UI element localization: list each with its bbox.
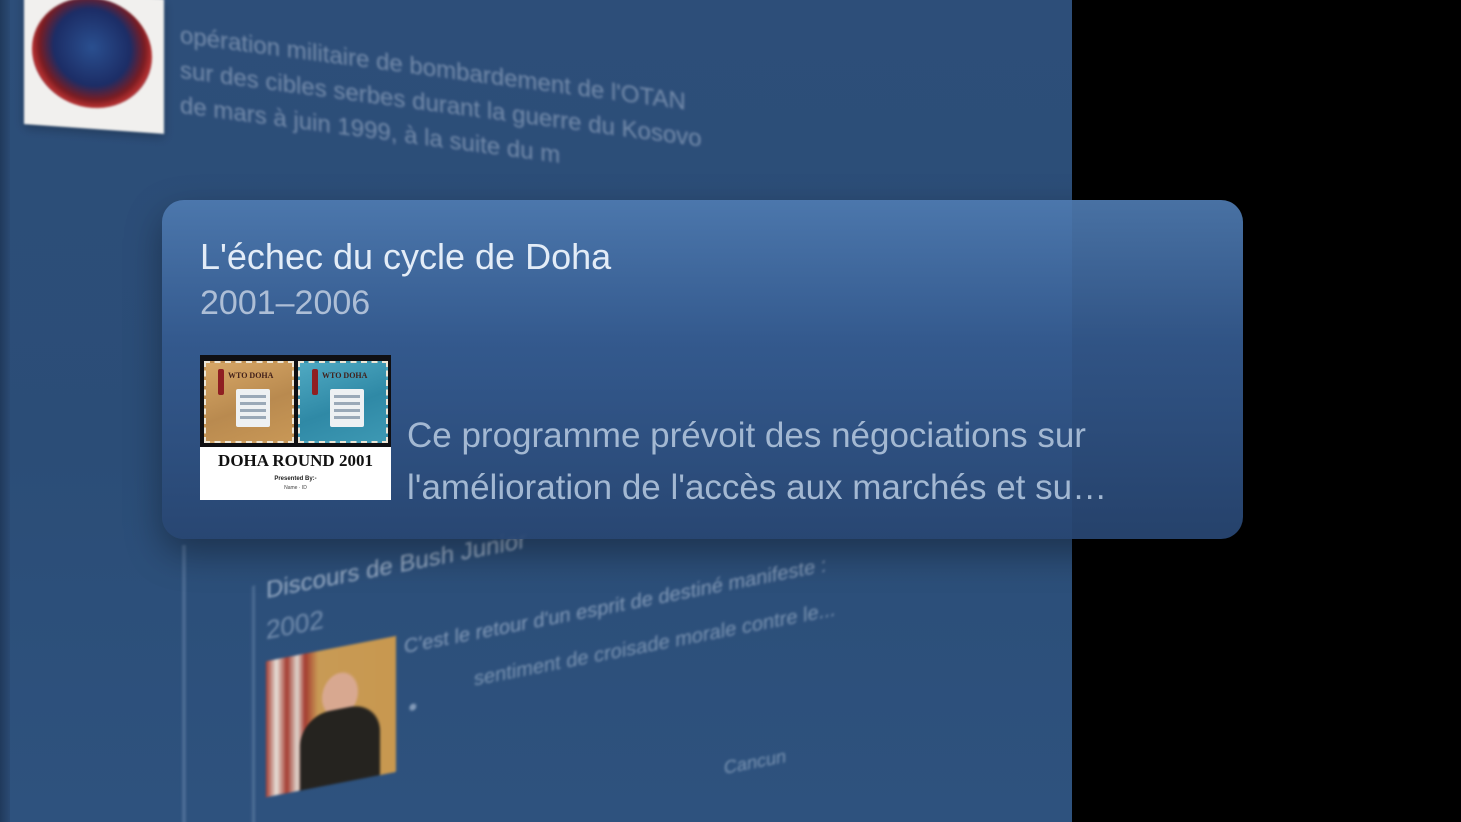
thumbnail-presenter: Name · ID: [284, 485, 307, 491]
stamp-mark-icon: [312, 369, 318, 395]
stamp-teal: WTO DOHA: [298, 361, 388, 443]
bush-photo: [266, 635, 396, 798]
event-years: 2001–2006: [200, 284, 371, 322]
stamp-label: WTO DOHA: [322, 371, 368, 380]
presenter-name: Name: [284, 485, 298, 491]
stamps-image: WTO DOHA WTO DOHA: [200, 355, 391, 447]
timeline-line: [182, 545, 186, 822]
kosovo-emblem-thumbnail[interactable]: [24, 0, 164, 134]
entry-divider: [252, 585, 255, 822]
event-description: Ce programme prévoit des négociations su…: [407, 416, 1108, 507]
stamp-label: WTO DOHA: [228, 371, 274, 380]
presenter-id: ID: [301, 485, 307, 491]
event-title: L'échec du cycle de Doha: [200, 236, 612, 277]
stamp-gold: WTO DOHA: [204, 361, 294, 443]
thumbnail-caption: DOHA ROUND 2001: [218, 451, 373, 470]
entry-more-text: Cancun: [724, 746, 787, 779]
building-icon: [236, 389, 270, 427]
emblem-icon: [32, 0, 152, 113]
doha-event-card[interactable]: L'échec du cycle de Doha 2001–2006 WTO D…: [162, 200, 1243, 539]
kosovo-entry-text: opération militaire de bombardement de l…: [180, 18, 740, 197]
building-icon: [330, 389, 364, 427]
thumbnail-presented: Presented By:-: [274, 476, 317, 482]
stamp-mark-icon: [218, 369, 224, 395]
timeline-edge: [0, 0, 10, 822]
suit-shape: [300, 701, 380, 791]
entry-year: 2002: [266, 603, 324, 646]
bullet-icon: ●: [408, 697, 418, 717]
doha-round-thumbnail[interactable]: WTO DOHA WTO DOHA DOHA ROUND 2001 Presen…: [200, 355, 391, 500]
